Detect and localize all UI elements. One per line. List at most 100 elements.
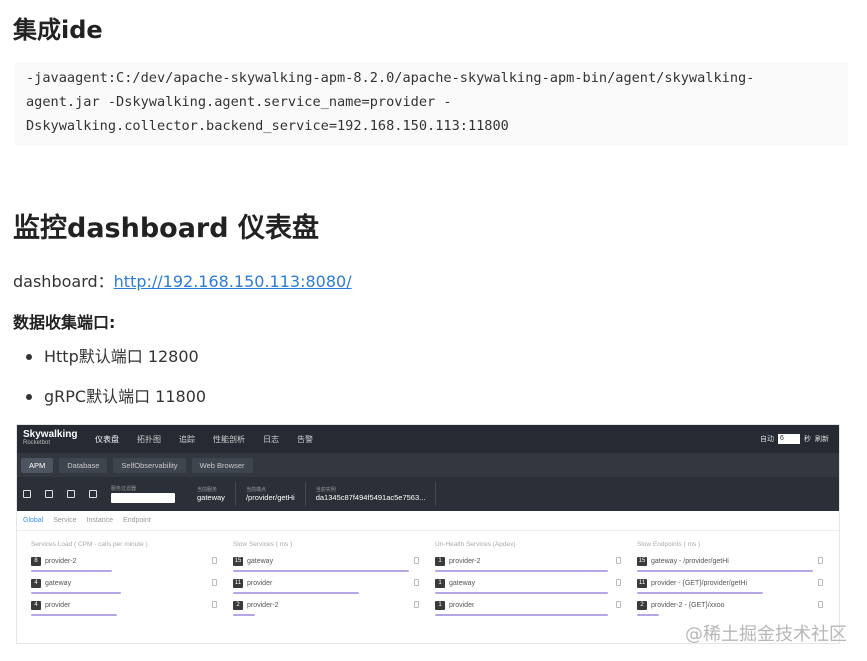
lock-icon[interactable] bbox=[23, 490, 31, 498]
sw-row-name: gateway - /provider/getHi bbox=[651, 558, 729, 566]
copy-icon[interactable] bbox=[414, 579, 419, 586]
code-block: -javaagent:C:/dev/apache-skywalking-apm-… bbox=[14, 62, 848, 146]
refresh-icon[interactable] bbox=[89, 490, 97, 498]
sw-metric-column: Un-Health Services (Apdex) 1 provider-2 1 ga… bbox=[435, 537, 627, 619]
sw-row-name: provider-2 - {GET}/xxoo bbox=[651, 602, 725, 610]
sw-metric-column: Slow Endpoints ( ms ) 15 gateway - /provid… bbox=[637, 537, 829, 619]
sw-value-badge: 4 bbox=[31, 579, 41, 589]
sw-value-badge: 15 bbox=[637, 557, 647, 567]
sw-value-badge: 8 bbox=[31, 557, 41, 567]
sw-column-title: Slow Services ( ms ) bbox=[233, 541, 293, 548]
section-title-ide: 集成ide bbox=[13, 16, 103, 44]
sw-subtab[interactable]: Service bbox=[53, 517, 76, 524]
list-item[interactable]: 11 provider - {GET}/provider/getHi bbox=[637, 575, 829, 597]
sw-row-name: provider bbox=[45, 602, 71, 610]
list-item[interactable]: 15 gateway - /provider/getHi bbox=[637, 553, 829, 575]
sw-nav-item[interactable]: 拓扑图 bbox=[137, 434, 161, 445]
sw-row-name: provider-2 bbox=[449, 558, 481, 566]
sw-nav-item[interactable]: 性能剖析 bbox=[213, 434, 245, 445]
download-icon[interactable] bbox=[67, 490, 75, 498]
copy-icon[interactable] bbox=[818, 557, 823, 564]
sw-value-badge: 1 bbox=[435, 601, 445, 611]
list-item[interactable]: 15 gateway bbox=[233, 553, 425, 575]
sw-interval-input[interactable]: 6 bbox=[778, 434, 800, 444]
sw-subtab[interactable]: Global bbox=[23, 517, 43, 524]
copy-icon[interactable] bbox=[818, 579, 823, 586]
list-item[interactable]: 1 provider bbox=[435, 597, 627, 619]
sw-metric-columns: Services Load ( CPM - calls per minute )… bbox=[17, 531, 839, 619]
sw-nav-item[interactable]: 日志 bbox=[263, 434, 279, 445]
sw-row-name: provider bbox=[247, 580, 273, 588]
copy-icon[interactable] bbox=[212, 557, 217, 564]
list-item[interactable]: 2 provider-2 - {GET}/xxoo bbox=[637, 597, 829, 619]
sw-value-badge: 1 bbox=[435, 557, 445, 567]
sw-value-badge: 15 bbox=[233, 557, 243, 567]
list-item[interactable]: 2 provider-2 bbox=[233, 597, 425, 619]
sw-tab[interactable]: Web Browser bbox=[191, 457, 253, 473]
dashboard-line: dashboard：http://192.168.150.113:8080/ bbox=[13, 268, 352, 292]
sw-filter-input[interactable] bbox=[111, 493, 175, 503]
list-item[interactable]: 1 provider-2 bbox=[435, 553, 627, 575]
sw-row-name: provider-2 bbox=[45, 558, 77, 566]
copy-icon[interactable] bbox=[414, 557, 419, 564]
sw-nav-item[interactable]: 追踪 bbox=[179, 434, 195, 445]
sw-progress-bar bbox=[435, 570, 608, 572]
sw-progress-bar bbox=[233, 570, 410, 572]
sw-column-title: Services Load ( CPM - calls per minute ) bbox=[31, 541, 148, 548]
sw-value-badge: 11 bbox=[637, 579, 647, 589]
copy-icon[interactable] bbox=[212, 579, 217, 586]
sw-select-service[interactable]: 当前服务 gateway bbox=[187, 482, 236, 506]
dashboard-label: dashboard： bbox=[13, 272, 114, 291]
sw-subtab[interactable]: Instance bbox=[87, 517, 113, 524]
list-item[interactable]: 1 gateway bbox=[435, 575, 627, 597]
sw-subtab[interactable]: Endpoint bbox=[123, 517, 151, 524]
sw-row-name: provider-2 bbox=[247, 602, 279, 610]
list-item[interactable]: 4 gateway bbox=[31, 575, 223, 597]
sw-progress-bar bbox=[233, 592, 359, 594]
sw-row-name: provider - {GET}/provider/getHi bbox=[651, 580, 748, 588]
section-title-dashboard: 监控dashboard 仪表盘 bbox=[13, 213, 319, 244]
watermark: @稀土掘金技术社区 bbox=[685, 624, 847, 645]
sw-select-instance[interactable]: 当前实例 da1345c87f494f5491ac5e7563... bbox=[306, 482, 437, 506]
copy-icon[interactable] bbox=[414, 601, 419, 608]
sw-service-filter: 服务过滤器 bbox=[111, 485, 175, 503]
sw-select-endpoint[interactable]: 当前端点 /provider/getHi bbox=[236, 482, 306, 506]
list-item: gRPC默认端口 11800 bbox=[26, 386, 206, 426]
sw-progress-bar bbox=[435, 592, 608, 594]
sw-value-badge: 1 bbox=[435, 579, 445, 589]
sw-progress-bar bbox=[31, 614, 118, 616]
sw-progress-bar bbox=[637, 570, 814, 572]
folder-icon[interactable] bbox=[45, 490, 53, 498]
copy-icon[interactable] bbox=[212, 601, 217, 608]
sw-value-badge: 2 bbox=[233, 601, 243, 611]
copy-icon[interactable] bbox=[818, 601, 823, 608]
sw-metric-column: Slow Services ( ms ) 15 gateway 11 provider 2… bbox=[233, 537, 425, 619]
ports-title: 数据收集端口: bbox=[13, 313, 116, 332]
sw-subtabs: Global Service Instance Endpoint bbox=[17, 511, 839, 531]
sw-refresh-button[interactable]: 刷新 bbox=[815, 434, 829, 444]
list-item[interactable]: 4 provider bbox=[31, 597, 223, 619]
sw-value-badge: 4 bbox=[31, 601, 41, 611]
sw-toolbar: 服务过滤器 当前服务 gateway 当前端点 /provider/getHi … bbox=[17, 477, 839, 511]
list-item: Http默认端口 12800 bbox=[26, 346, 206, 386]
sw-tab[interactable]: Database bbox=[59, 457, 108, 473]
copy-icon[interactable] bbox=[616, 579, 621, 586]
sw-column-title: Slow Endpoints ( ms ) bbox=[637, 541, 701, 548]
sw-tab[interactable]: SelfObservability bbox=[113, 457, 186, 473]
sw-progress-bar bbox=[31, 592, 121, 594]
sw-tab[interactable]: APM bbox=[21, 457, 54, 473]
sw-nav-item[interactable]: 仪表盘 bbox=[95, 434, 119, 445]
sw-tabs: APM Database SelfObservability Web Brows… bbox=[17, 453, 839, 477]
list-item[interactable]: 8 provider-2 bbox=[31, 553, 223, 575]
sw-refresh-controls: 自动 6 秒 刷新 bbox=[760, 434, 829, 444]
sw-column-title: Un-Health Services (Apdex) bbox=[435, 541, 516, 548]
code-text: -javaagent:C:/dev/apache-skywalking-apm-… bbox=[26, 70, 755, 134]
dashboard-link[interactable]: http://192.168.150.113:8080/ bbox=[114, 272, 352, 291]
copy-icon[interactable] bbox=[616, 557, 621, 564]
list-item[interactable]: 11 provider bbox=[233, 575, 425, 597]
sw-nav-item[interactable]: 告警 bbox=[297, 434, 313, 445]
sw-row-name: gateway bbox=[247, 558, 274, 566]
sw-nav: 仪表盘 拓扑图 追踪 性能剖析 日志 告警 bbox=[95, 434, 313, 445]
sw-value-badge: 11 bbox=[233, 579, 243, 589]
copy-icon[interactable] bbox=[616, 601, 621, 608]
